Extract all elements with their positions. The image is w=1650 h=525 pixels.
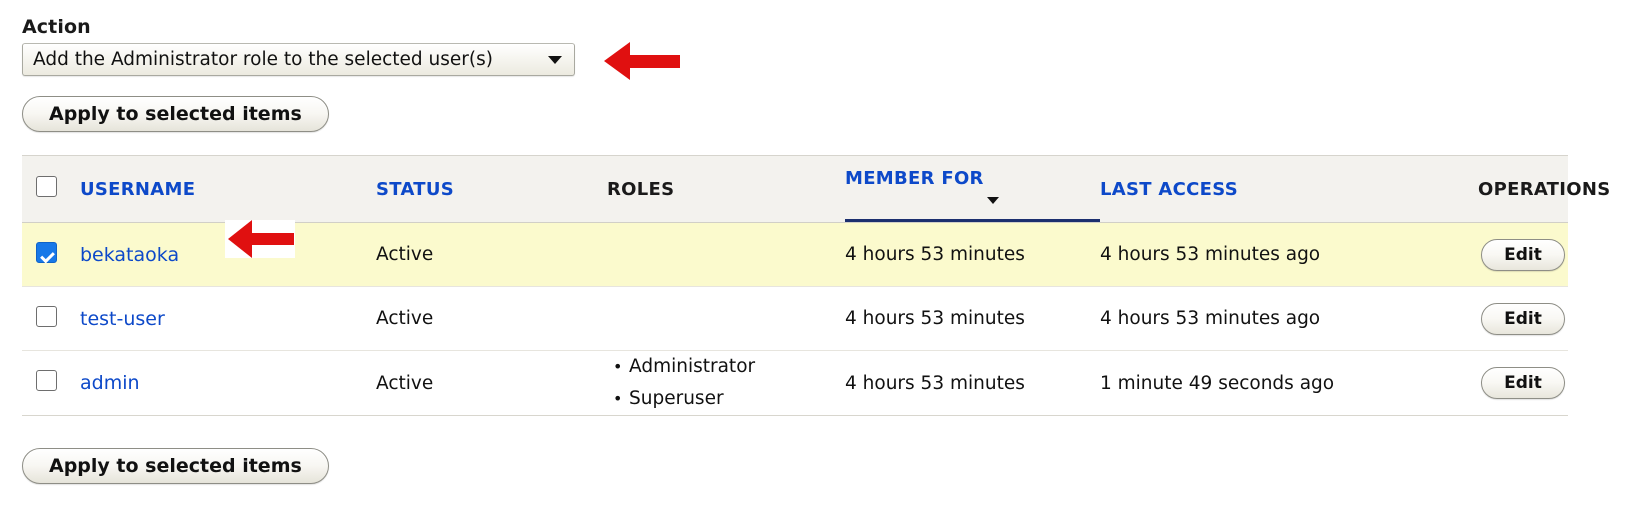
table-row[interactable]: admin Active Administrator Superuser 4 h…	[22, 350, 1568, 416]
column-header-username-link[interactable]: USERNAME	[80, 179, 195, 200]
row-member-for-cell: 4 hours 53 minutes	[845, 286, 1100, 351]
column-header-username[interactable]: USERNAME	[80, 155, 376, 223]
select-all-checkbox[interactable]	[36, 176, 57, 197]
users-table-head: USERNAME STATUS ROLES MEMBER FOR LAST AC…	[22, 155, 1610, 223]
row-select-checkbox[interactable]	[36, 370, 57, 391]
role-item: Administrator	[613, 351, 845, 383]
annotation-arrow-action-select	[604, 42, 680, 82]
row-last-access-cell: 4 hours 53 minutes ago	[1100, 222, 1478, 287]
users-table: USERNAME STATUS ROLES MEMBER FOR LAST AC…	[22, 155, 1610, 416]
chevron-down-icon	[548, 55, 562, 64]
annotation-backdrop	[225, 220, 295, 258]
column-header-member-for-link[interactable]: MEMBER FOR	[845, 168, 984, 189]
user-link[interactable]: test-user	[80, 308, 165, 330]
arrow-shaft	[630, 55, 680, 68]
row-roles-cell	[607, 222, 845, 287]
row-last-access-cell: 4 hours 53 minutes ago	[1100, 286, 1478, 351]
action-select-value: Add the Administrator role to the select…	[33, 49, 493, 70]
row-member-for-cell: 4 hours 53 minutes	[845, 222, 1100, 287]
row-username-cell: test-user	[80, 286, 376, 351]
user-link[interactable]: bekataoka	[80, 244, 179, 266]
users-table-container: USERNAME STATUS ROLES MEMBER FOR LAST AC…	[22, 155, 1610, 416]
sort-descending-arrow-icon[interactable]	[987, 196, 999, 204]
column-header-roles: ROLES	[607, 155, 845, 223]
row-member-for-cell: 4 hours 53 minutes	[845, 350, 1100, 416]
row-operations-cell: Edit	[1478, 286, 1568, 351]
row-last-access-cell: 1 minute 49 seconds ago	[1100, 350, 1478, 416]
table-header-row: USERNAME STATUS ROLES MEMBER FOR LAST AC…	[22, 155, 1610, 223]
action-select[interactable]: Add the Administrator role to the select…	[22, 43, 575, 76]
row-status-cell: Active	[376, 350, 607, 416]
edit-button[interactable]: Edit	[1481, 238, 1565, 271]
user-link[interactable]: admin	[80, 372, 140, 394]
left-arrow-icon	[604, 42, 630, 80]
column-header-member-for[interactable]: MEMBER FOR	[845, 155, 1100, 223]
row-status-cell: Active	[376, 222, 607, 287]
row-checkbox-cell	[22, 350, 80, 416]
row-status-cell: Active	[376, 286, 607, 351]
row-select-checkbox[interactable]	[36, 241, 57, 263]
column-header-operations: OPERATIONS	[1478, 155, 1610, 223]
row-select-checkbox[interactable]	[36, 305, 57, 327]
row-checkbox-cell	[22, 222, 80, 287]
column-header-status[interactable]: STATUS	[376, 155, 607, 223]
row-roles-cell	[607, 286, 845, 351]
roles-list: Administrator Superuser	[607, 351, 845, 415]
apply-to-selected-items-button-bottom[interactable]: Apply to selected items	[22, 448, 329, 484]
column-header-status-link[interactable]: STATUS	[376, 179, 454, 200]
row-username-cell: admin	[80, 350, 376, 416]
edit-button[interactable]: Edit	[1481, 367, 1565, 399]
action-label: Action	[22, 16, 91, 38]
column-header-last-access[interactable]: LAST ACCESS	[1100, 155, 1478, 223]
column-header-last-access-link[interactable]: LAST ACCESS	[1100, 179, 1238, 200]
table-row[interactable]: test-user Active 4 hours 53 minutes 4 ho…	[22, 286, 1568, 351]
row-checkbox-cell	[22, 286, 80, 351]
row-roles-cell: Administrator Superuser	[607, 350, 845, 416]
row-operations-cell: Edit	[1478, 350, 1568, 416]
row-operations-cell: Edit	[1478, 222, 1568, 287]
select-all-header	[22, 155, 80, 223]
apply-to-selected-items-button-top[interactable]: Apply to selected items	[22, 96, 329, 132]
edit-button[interactable]: Edit	[1481, 302, 1565, 335]
role-item: Superuser	[613, 383, 845, 415]
